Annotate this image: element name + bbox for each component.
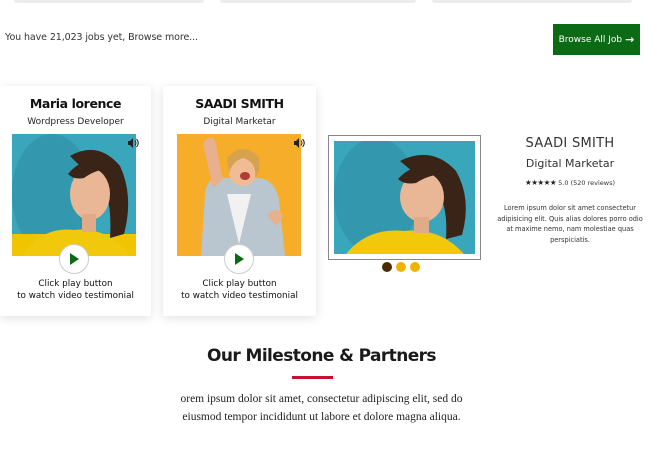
- top-card-edge: [220, 0, 416, 3]
- testimonial-caption: Click play button to watch video testimo…: [0, 278, 151, 302]
- jobs-count-text: You have 21,023 jobs yet, Browse more...: [5, 32, 198, 43]
- slider-dot[interactable]: [410, 262, 420, 272]
- caption-line: Click play button: [38, 279, 113, 289]
- caption-line: to watch video testimonial: [181, 291, 298, 301]
- section-title: Our Milestone & Partners: [207, 346, 437, 366]
- description-line: orem ipsum dolor sit amet, consectetur a…: [180, 393, 463, 405]
- testimonial-role: Wordpress Developer: [27, 117, 124, 127]
- top-card-edge: [432, 0, 632, 3]
- featured-rating: ★★★★★ 5.0 (520 reviews): [495, 178, 645, 187]
- speaker-icon[interactable]: [127, 134, 139, 148]
- rating-text: 5.0 (520 reviews): [558, 179, 616, 187]
- slider-dot[interactable]: [396, 262, 406, 272]
- section-description: orem ipsum dolor sit amet, consectetur a…: [0, 390, 643, 426]
- browse-all-jobs-label: Browse All Job: [558, 34, 623, 45]
- slider-dot-active[interactable]: [382, 262, 392, 272]
- featured-body: Lorem ipsum dolor sit amet consectetur a…: [497, 204, 643, 244]
- testimonial-name: SAADI SMITH: [195, 96, 284, 111]
- description-line: eiusmod tempor incididunt ut labore et d…: [182, 411, 461, 423]
- speaker-icon[interactable]: [293, 134, 305, 148]
- testimonial-name: Maria lorence: [29, 96, 122, 111]
- play-button[interactable]: [59, 244, 89, 274]
- caption-line: Click play button: [202, 279, 277, 289]
- title-underline: [292, 376, 333, 379]
- play-icon: [235, 253, 244, 265]
- testimonial-role: Digital Marketar: [203, 117, 276, 127]
- browse-all-jobs-button[interactable]: Browse All Job →: [553, 24, 640, 55]
- play-icon: [70, 253, 79, 265]
- caption-line: to watch video testimonial: [17, 291, 134, 301]
- top-card-edge: [14, 0, 204, 3]
- slider-photo: [334, 141, 475, 254]
- play-button[interactable]: [224, 244, 254, 274]
- testimonial-photo: [177, 134, 301, 256]
- testimonial-card: Maria lorence Wordpress Developer Click …: [0, 86, 151, 316]
- featured-name: SAADI SMITH: [525, 136, 615, 151]
- featured-role: Digital Marketar: [525, 157, 615, 170]
- arrow-right-icon: →: [625, 33, 635, 46]
- star-icon: ★★★★★: [524, 178, 557, 187]
- top-strip: [0, 0, 662, 3]
- slider-dots: [382, 262, 420, 272]
- testimonial-caption: Click play button to watch video testimo…: [163, 278, 316, 302]
- testimonial-slider-image: [328, 135, 481, 260]
- testimonial-photo: [12, 134, 136, 256]
- testimonial-card: SAADI SMITH Digital Marketar Click play …: [163, 86, 316, 316]
